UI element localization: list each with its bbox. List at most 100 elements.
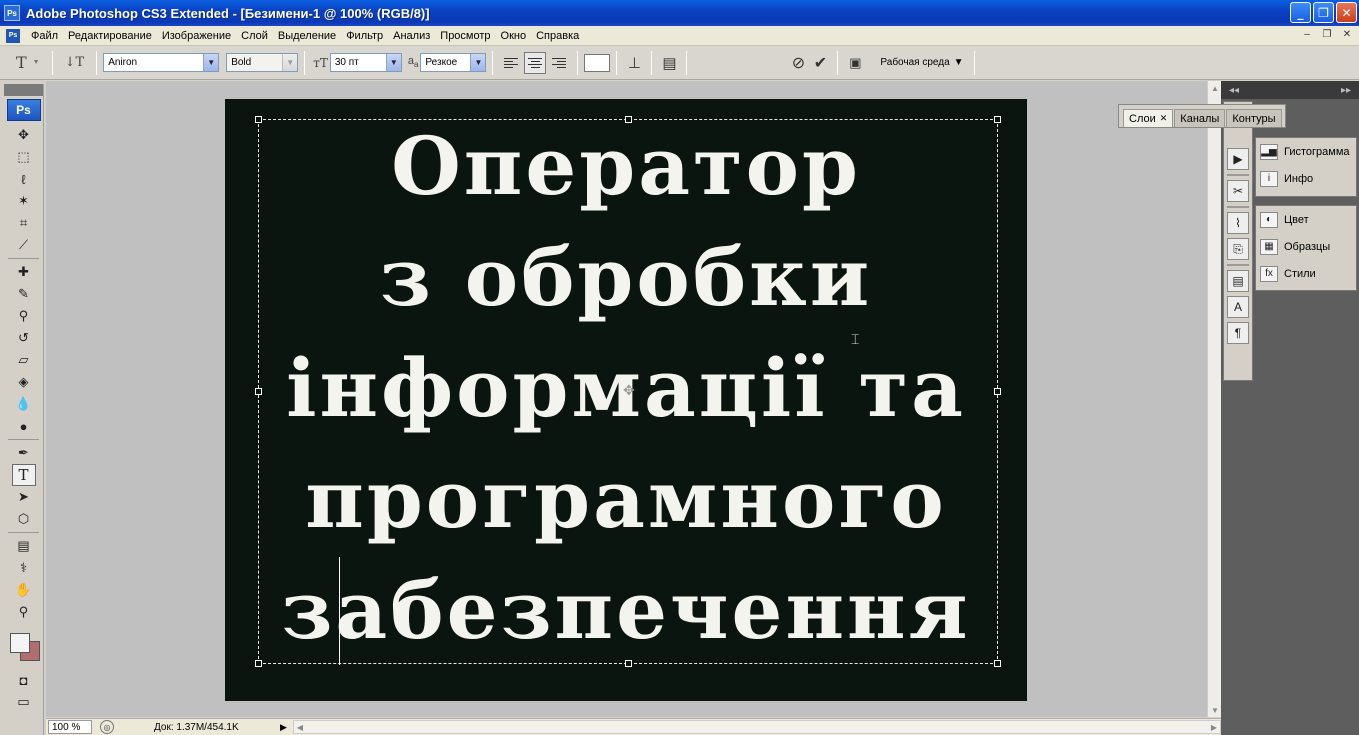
panel-label: Гистограмма	[1284, 145, 1350, 158]
doc-restore-button[interactable]: ❐	[1319, 28, 1335, 42]
tab-channels[interactable]: Каналы	[1174, 109, 1226, 127]
menu-help[interactable]: Справка	[531, 30, 584, 42]
magic-wand-tool-icon[interactable]: ✶	[12, 190, 36, 212]
panel-info[interactable]: i Инфо	[1256, 165, 1356, 192]
shape-tool-icon[interactable]: ⬡	[12, 508, 36, 530]
color-icon: ◐	[1260, 211, 1278, 228]
tab-layers[interactable]: Слои ✕	[1123, 109, 1174, 127]
menu-layer[interactable]: Слой	[236, 30, 273, 42]
menu-select[interactable]: Выделение	[273, 30, 341, 42]
doc-close-button[interactable]: ✕	[1339, 28, 1355, 42]
foreground-color[interactable]	[10, 633, 30, 653]
actions-icon[interactable]: ▶	[1227, 148, 1249, 170]
panel-group-color: ◐ Цвет ▦ Образцы fx Стили	[1255, 205, 1357, 291]
ps-logo[interactable]: Ps	[6, 99, 41, 121]
minimize-button[interactable]: _	[1290, 2, 1311, 23]
font-size-select[interactable]: 30 пт ▼	[329, 53, 402, 72]
menu-image[interactable]: Изображение	[157, 30, 236, 42]
menu-view[interactable]: Просмотр	[435, 30, 495, 42]
menu-window[interactable]: Окно	[496, 30, 532, 42]
toolbox-header[interactable]	[4, 84, 43, 96]
align-center-button[interactable]	[524, 51, 547, 74]
brush-tool-icon[interactable]: ✎	[12, 283, 36, 305]
app-icon[interactable]: Ps	[4, 5, 20, 21]
font-style-select[interactable]: Bold ▼	[226, 53, 299, 72]
document-icon[interactable]: Ps	[6, 28, 20, 43]
restore-button[interactable]: ❐	[1313, 2, 1334, 23]
brushes-icon[interactable]: ⌇	[1227, 212, 1249, 234]
collapse-icon[interactable]: ◂◂	[1229, 85, 1239, 96]
vertical-scrollbar[interactable]: ▲ ▼	[1207, 81, 1221, 717]
zoom-tool-icon[interactable]: ⚲	[12, 601, 36, 623]
move-tool-icon[interactable]: ✥	[12, 124, 36, 146]
close-button[interactable]: ✕	[1336, 2, 1357, 23]
panel-color[interactable]: ◐ Цвет	[1256, 206, 1356, 233]
tab-paths[interactable]: Контуры	[1226, 109, 1282, 127]
dodge-tool-icon[interactable]: ●	[12, 415, 36, 437]
marquee-tool-icon[interactable]: ⬚	[12, 146, 36, 168]
text-orientation-icon[interactable]: ↓T	[65, 55, 85, 70]
scroll-left-icon[interactable]: ◀	[294, 721, 306, 733]
layer-comps-icon[interactable]: ▤	[1227, 270, 1249, 292]
tool-preset-icon[interactable]: T	[16, 53, 27, 72]
path-selection-tool-icon[interactable]: ➤	[12, 486, 36, 508]
panel-swatches[interactable]: ▦ Образцы	[1256, 233, 1356, 260]
quick-mask-icon[interactable]: ◘	[12, 669, 36, 691]
slice-tool-icon[interactable]: ⟋	[12, 234, 36, 256]
paint-bucket-tool-icon[interactable]: ◈	[12, 371, 36, 393]
character-icon[interactable]: A	[1227, 296, 1249, 318]
eyedropper-tool-icon[interactable]: ⚕	[12, 557, 36, 579]
status-menu-arrow-icon[interactable]: ▶	[280, 722, 287, 733]
crop-tool-icon[interactable]: ⌗	[12, 212, 36, 234]
commit-icon[interactable]: ✔	[809, 52, 831, 74]
align-left-button[interactable]	[500, 52, 522, 74]
align-right-button[interactable]	[548, 52, 570, 74]
scroll-up-icon[interactable]: ▲	[1208, 81, 1222, 95]
blur-tool-icon[interactable]: 💧	[12, 393, 36, 415]
move-cursor-icon: ✥	[623, 382, 635, 398]
paragraph-icon[interactable]: ¶	[1227, 322, 1249, 344]
scroll-down-icon[interactable]: ▼	[1208, 703, 1222, 717]
font-family-select[interactable]: Aniron ▼	[103, 53, 220, 72]
menu-edit[interactable]: Редактирование	[63, 30, 157, 42]
lasso-tool-icon[interactable]: ℓ	[12, 168, 36, 190]
text-line: програмного	[305, 452, 947, 546]
dock-header[interactable]: ◂◂ ▸▸	[1221, 81, 1359, 99]
cancel-icon[interactable]: ⊘	[787, 52, 809, 74]
text-color-swatch[interactable]	[584, 53, 611, 72]
text-line: Оператор	[391, 119, 861, 213]
doc-size: Док: 1.37M/454.1K	[154, 721, 239, 733]
character-panel-icon[interactable]: ▤	[658, 52, 680, 74]
expand-icon[interactable]: ▸▸	[1341, 85, 1351, 96]
panel-styles[interactable]: fx Стили	[1256, 260, 1356, 287]
doc-minimize-button[interactable]: –	[1299, 28, 1315, 42]
status-info-icon[interactable]: ◎	[100, 720, 114, 734]
menu-filter[interactable]: Фильтр	[341, 30, 388, 42]
panel-histogram[interactable]: ▂▅ Гистограмма	[1256, 138, 1356, 165]
antialias-select[interactable]: Резкое ▼	[420, 53, 487, 72]
panel-label: Стили	[1284, 267, 1316, 280]
type-tool-icon[interactable]: T	[11, 464, 36, 486]
bridge-icon[interactable]: ▣	[844, 52, 866, 74]
horizontal-scrollbar[interactable]: ◀ ▶	[292, 720, 1221, 734]
clone-source-icon[interactable]: ⎘	[1227, 238, 1249, 260]
pen-tool-icon[interactable]: ✒	[12, 442, 36, 464]
text-line: з обробки	[379, 230, 873, 324]
menu-file[interactable]: Файл	[26, 30, 63, 42]
history-brush-tool-icon[interactable]: ↺	[12, 327, 36, 349]
clone-stamp-tool-icon[interactable]: ⚲	[12, 305, 36, 327]
close-icon[interactable]: ✕	[1160, 113, 1168, 124]
screen-mode-icon[interactable]: ▭	[12, 691, 36, 713]
text-caret	[339, 557, 340, 665]
eraser-tool-icon[interactable]: ▱	[12, 349, 36, 371]
document-canvas[interactable]: Оператор з обробки інформації та програм…	[225, 99, 1027, 701]
notes-tool-icon[interactable]: ▤	[12, 535, 36, 557]
tool-presets-icon[interactable]: ✂	[1227, 180, 1249, 202]
hand-tool-icon[interactable]: ✋	[12, 579, 36, 601]
menu-analysis[interactable]: Анализ	[388, 30, 435, 42]
workspace-button[interactable]: Рабочая среда ▼	[880, 57, 963, 68]
healing-brush-tool-icon[interactable]: ✚	[12, 261, 36, 283]
scroll-right-icon[interactable]: ▶	[1208, 721, 1220, 733]
warp-text-icon[interactable]: ⊥	[623, 52, 645, 74]
zoom-field[interactable]: 100 %	[48, 720, 92, 734]
